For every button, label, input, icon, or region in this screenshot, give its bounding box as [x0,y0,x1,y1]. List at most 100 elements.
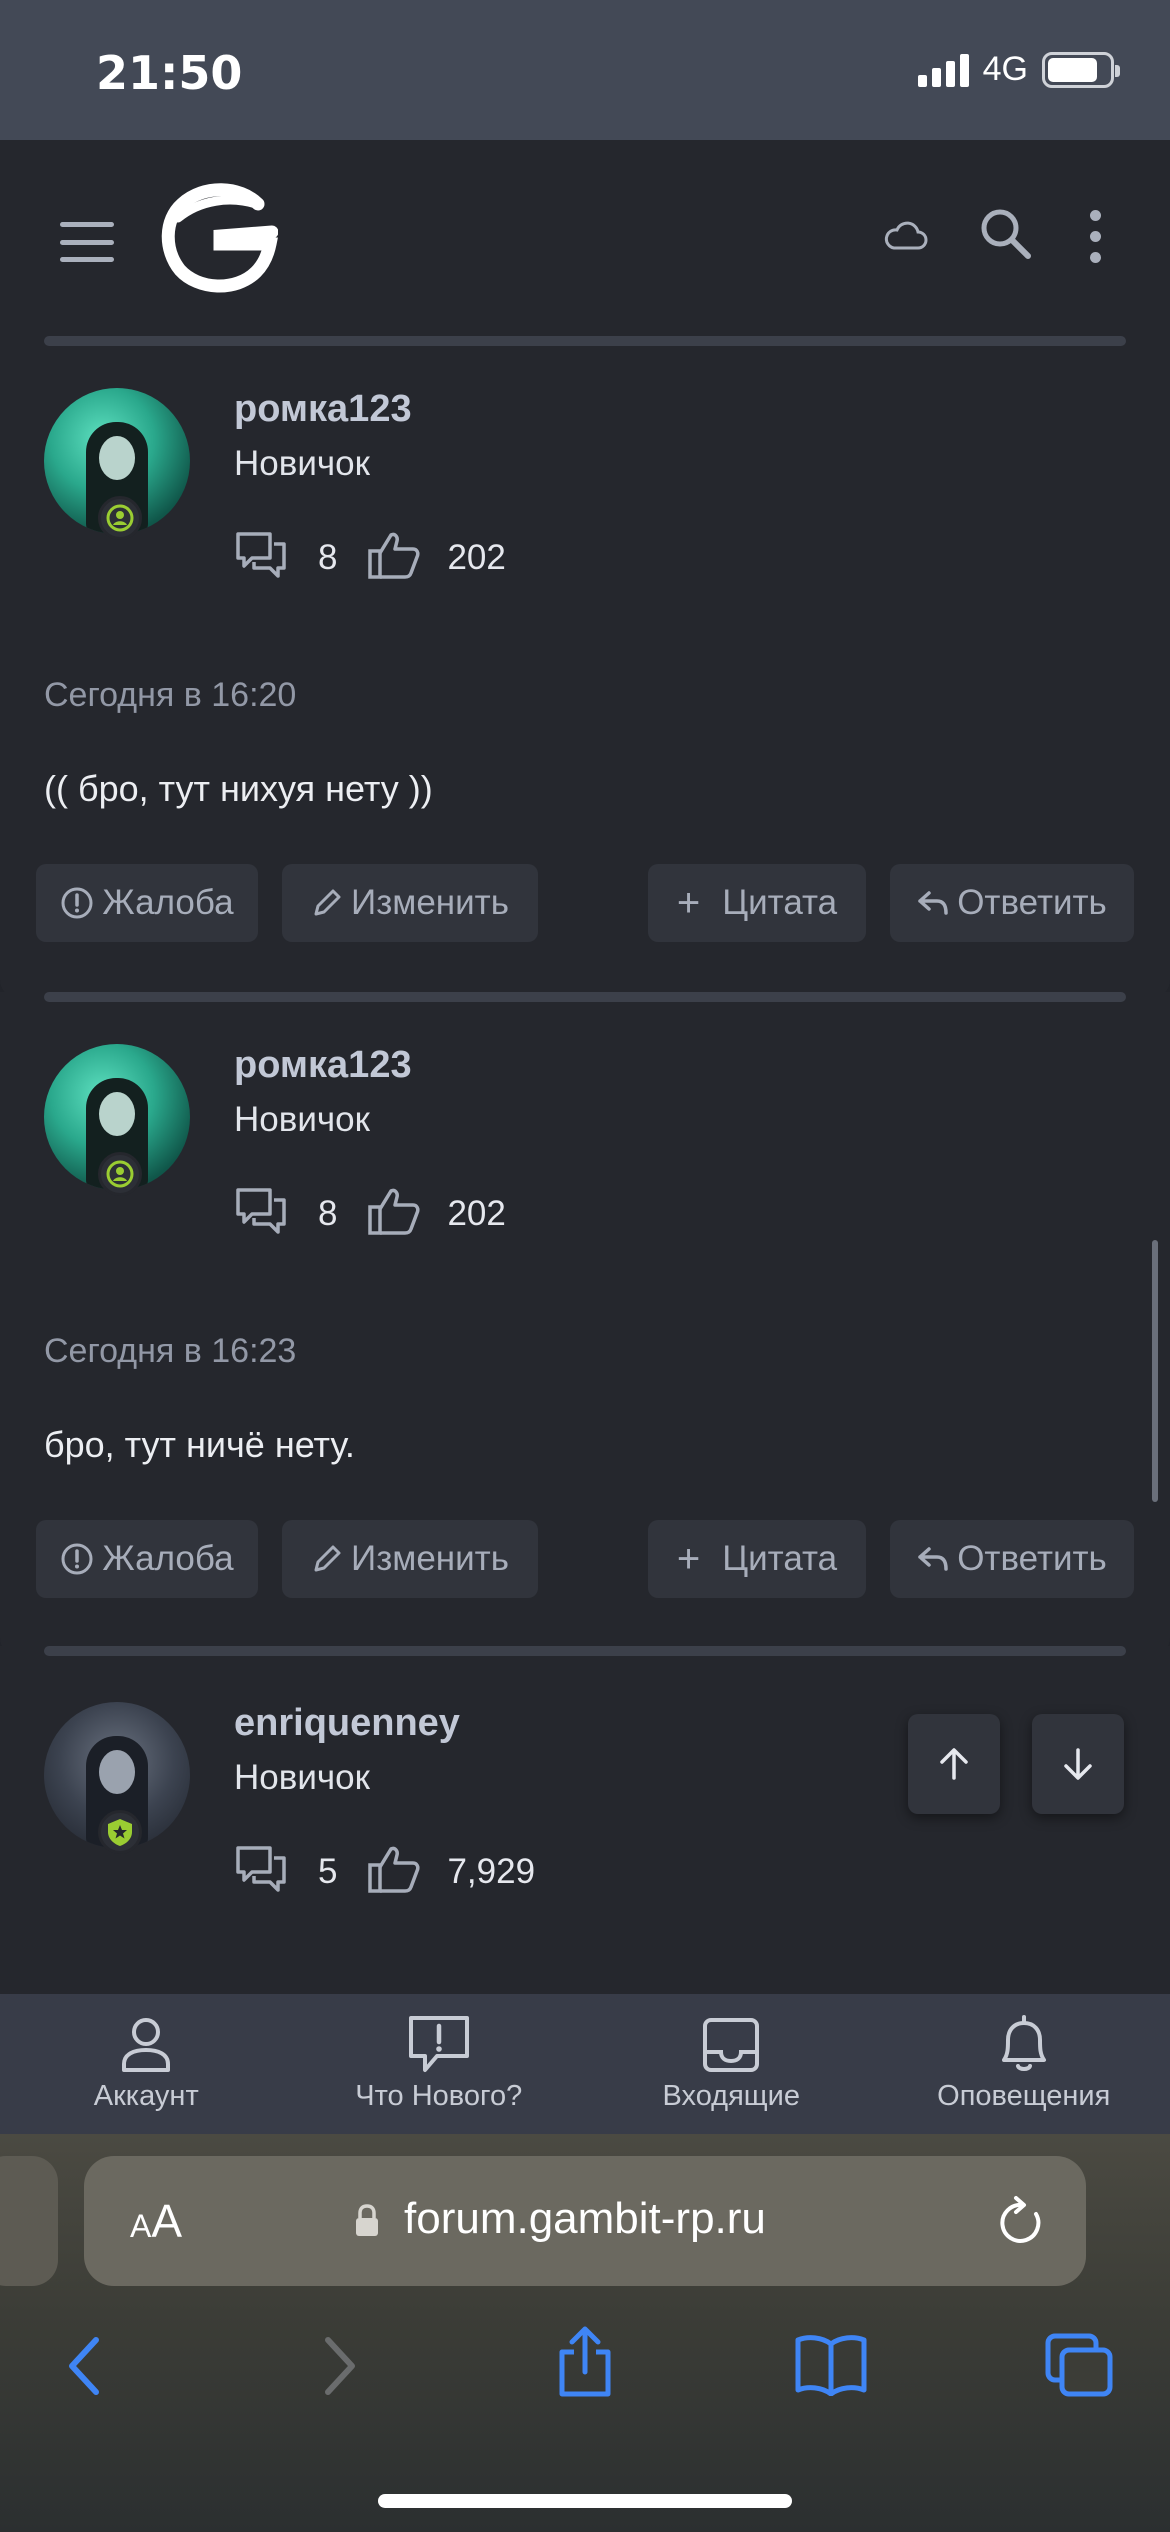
quote-label: Цитата [722,1539,838,1578]
messages-icon [234,1186,288,1242]
messages-icon [234,530,288,586]
status-indicators: 4G [917,50,1120,89]
previous-tab-peek[interactable] [0,2156,58,2286]
user-badge-icon [98,496,142,540]
tab-label: Входящие [662,2080,801,2112]
address-bar[interactable]: AA forum.gambit-rp.ru [84,2156,1086,2286]
scroll-down-button[interactable] [1032,1714,1124,1814]
plus-icon: + [676,880,701,925]
report-label: Жалоба [102,1539,234,1578]
tab-inbox[interactable]: Входящие [585,1994,878,2134]
browser-chrome: AA forum.gambit-rp.ru [0,2134,1170,2532]
user-icon [122,2018,171,2072]
edit-button[interactable]: Изменить [282,1520,538,1598]
home-indicator[interactable] [378,2494,792,2508]
reactions-count: 202 [447,1194,506,1233]
scroll-up-button[interactable] [908,1714,1000,1814]
user-stats: 8 202 [234,528,506,588]
post-username[interactable]: ромка123 [234,388,412,431]
tab-account[interactable]: Аккаунт [0,1994,293,2134]
edit-button[interactable]: Изменить [282,864,538,942]
forum-header [0,140,1170,336]
user-badge-icon [98,1810,142,1854]
user-badge-icon [98,1152,142,1196]
post-divider [44,336,1126,346]
reply-icon [918,891,948,915]
forum-post: ромка123 Новичок 8 202 Сегодня в 16:20 (… [0,336,1170,998]
tab-label: Что Нового? [355,2080,523,2112]
reply-label: Ответить [957,883,1107,922]
user-stats: 8 202 [234,1184,506,1244]
post-date[interactable]: Сегодня в 16:23 [44,1332,296,1371]
post-username[interactable]: enriquenney [234,1702,460,1745]
quote-button[interactable]: + Цитата [648,864,866,942]
bottom-navigation: Аккаунт Что Нового? Входящие Оповещения [0,1994,1170,2134]
network-type: 4G [982,50,1028,88]
post-text: бро, тут ничё нету. [44,1424,355,1465]
user-stats: 5 7,929 [234,1842,535,1902]
reply-icon [918,1547,948,1571]
battery-icon [1042,51,1120,88]
post-date[interactable]: Сегодня в 16:20 [44,676,296,715]
page-scrollbar[interactable] [1152,1240,1158,1502]
thumbs-up-icon [367,1845,421,1899]
status-time: 21:50 [96,46,243,100]
tab-whats-new[interactable]: Что Нового? [293,1994,586,2134]
inbox-icon [703,2018,760,2072]
url-text[interactable]: forum.gambit-rp.ru [404,2194,766,2244]
quote-button[interactable]: + Цитата [648,1520,866,1598]
pencil-icon [314,889,341,916]
forum-post: ромка123 Новичок 8 202 Сегодня в 16:23 б… [0,992,1170,1656]
reply-button[interactable]: Ответить [890,1520,1134,1598]
report-label: Жалоба [102,883,234,922]
bell-icon [1001,2015,1046,2071]
tabs-icon[interactable] [1044,2332,1114,2402]
gambit-logo[interactable] [160,178,279,300]
cloud-icon[interactable] [882,218,928,256]
user-title: Новичок [234,1100,370,1139]
pencil-icon [314,1545,341,1572]
reply-label: Ответить [957,1539,1107,1578]
text-size-label: A [151,2195,183,2247]
tab-label: Аккаунт [93,2080,199,2112]
reload-icon[interactable] [996,2194,1046,2252]
edit-label: Изменить [351,883,509,922]
menu-icon[interactable] [60,222,114,262]
browser-toolbar [0,2316,1170,2436]
reply-button[interactable]: Ответить [890,864,1134,942]
share-icon[interactable] [554,2324,616,2404]
post-divider [44,1646,1126,1656]
forum-post: enriquenney Новичок 5 7,929 [0,1646,1170,1994]
plus-icon: + [676,1536,701,1581]
messages-count: 5 [318,1852,338,1891]
user-title: Новичок [234,1758,370,1797]
back-icon[interactable] [64,2334,104,2402]
quote-label: Цитата [722,883,838,922]
reactions-count: 7,929 [447,1852,536,1891]
text-size-button[interactable]: AA [130,2194,182,2248]
edit-label: Изменить [351,1539,509,1578]
arrow-down-icon [1064,1748,1092,1780]
search-icon[interactable] [978,206,1032,264]
report-icon [61,887,93,919]
lock-icon [354,2204,380,2242]
post-username[interactable]: ромка123 [234,1044,412,1087]
thumbs-up-icon [367,531,421,585]
arrow-up-icon [940,1748,968,1780]
user-title: Новичок [234,444,370,483]
report-icon [61,1543,93,1575]
forward-icon[interactable] [320,2334,360,2402]
post-text: (( бро, тут нихуя нету )) [44,768,433,809]
messages-count: 8 [318,538,338,577]
report-button[interactable]: Жалоба [36,864,258,942]
signal-icon [917,53,969,87]
more-options-icon[interactable] [1090,210,1101,263]
status-bar: 21:50 4G [0,0,1170,140]
tab-notifications[interactable]: Оповещения [878,1994,1170,2134]
report-button[interactable]: Жалоба [36,1520,258,1598]
bookmarks-icon[interactable] [794,2332,868,2400]
reactions-count: 202 [447,538,506,577]
messages-icon [234,1844,288,1900]
tab-label: Оповещения [937,2080,1111,2112]
whats-new-icon [408,2016,469,2072]
